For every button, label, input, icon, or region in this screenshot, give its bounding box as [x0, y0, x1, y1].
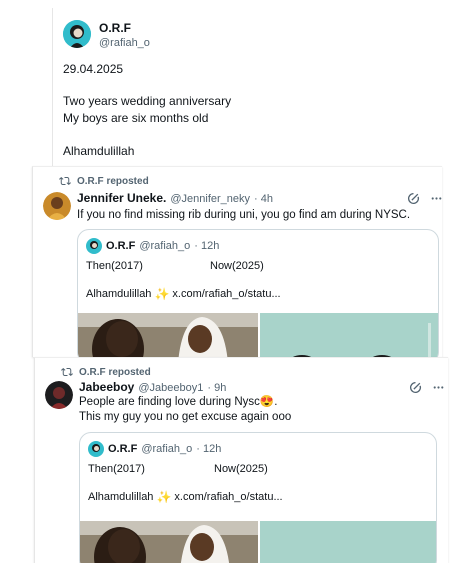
- quoted-alhamdulillah: Alhamdulillah: [88, 491, 154, 503]
- repost-icon: [61, 367, 73, 377]
- quoted-photo-then[interactable]: [78, 313, 258, 363]
- quoted-now-label: Now(2025): [214, 463, 268, 475]
- author-name[interactable]: Jabeeboy: [79, 380, 134, 394]
- quoted-text-line: Alhamdulillah ✨ x.com/rafiah_o/statu...: [86, 287, 281, 301]
- author-name[interactable]: O.R.F: [99, 21, 150, 35]
- sparkle-icon: ✨: [154, 287, 170, 301]
- photo-content: [260, 521, 436, 563]
- quoted-then-label: Then(2017): [86, 260, 143, 272]
- photo-content: [78, 313, 258, 363]
- author-handle[interactable]: @Jennifer_neky: [170, 193, 250, 205]
- grok-icon[interactable]: [407, 192, 420, 205]
- quoted-author-name[interactable]: O.R.F: [106, 240, 135, 252]
- avatar[interactable]: [86, 238, 102, 254]
- post-line: Alhamdulillah: [63, 144, 135, 158]
- avatar-image: [63, 20, 91, 48]
- quoted-link[interactable]: x.com/rafiah_o/statu...: [174, 491, 282, 503]
- author-handle[interactable]: @rafiah_o: [99, 37, 150, 49]
- quoted-photo-then[interactable]: [80, 521, 258, 563]
- quoted-link[interactable]: x.com/rafiah_o/statu...: [172, 288, 280, 300]
- quoted-photo-now[interactable]: [260, 521, 436, 563]
- author-name[interactable]: Jennifer Uneke.: [77, 191, 166, 205]
- heart-eyes-emoji: 😍: [259, 396, 275, 408]
- quoted-post[interactable]: O.R.F @rafiah_o · 12h Then(2017) Now(202…: [79, 432, 437, 563]
- post-text: People are finding love during Nysc😍.: [79, 395, 277, 410]
- avatar[interactable]: [45, 381, 73, 409]
- photo-content: [260, 313, 438, 363]
- avatar[interactable]: [43, 192, 71, 220]
- quoted-now-label: Now(2025): [210, 260, 264, 272]
- post-text-line: People are finding love during Nysc: [79, 396, 260, 408]
- post-text-end: .: [274, 396, 278, 408]
- sparkle-icon: ✨: [156, 490, 172, 504]
- repost-indicator: O.R.F reposted: [61, 366, 151, 378]
- main-post-card: O.R.F @rafiah_o 29.04.2025 Two years wed…: [52, 8, 452, 168]
- quoted-author-handle[interactable]: @rafiah_o: [141, 443, 192, 455]
- quoted-author-name[interactable]: O.R.F: [108, 443, 137, 455]
- post-time[interactable]: · 9h: [207, 382, 226, 394]
- avatar-image: [43, 192, 71, 220]
- repost-indicator: O.R.F reposted: [59, 175, 149, 187]
- author-handle[interactable]: @Jabeeboy1: [138, 382, 203, 394]
- quoted-time[interactable]: · 12h: [194, 240, 219, 252]
- avatar-image: [45, 381, 73, 409]
- quoted-author-handle[interactable]: @rafiah_o: [139, 240, 190, 252]
- post-text-line: This my guy you no get excuse again ooo: [79, 411, 292, 423]
- quoted-photo-now[interactable]: [260, 313, 438, 363]
- grok-icon[interactable]: [409, 381, 422, 394]
- repost-card[interactable]: O.R.F reposted Jabeeboy @Jabeeboy1 · 9h …: [34, 357, 448, 563]
- quoted-time[interactable]: · 12h: [196, 443, 221, 455]
- photo-content: [80, 521, 258, 563]
- post-date: 29.04.2025: [63, 62, 124, 76]
- more-icon[interactable]: [430, 192, 443, 205]
- avatar[interactable]: [63, 20, 91, 48]
- post-text: If you no find missing rib during uni, y…: [77, 209, 411, 221]
- repost-icon: [59, 176, 71, 186]
- quoted-then-label: Then(2017): [88, 463, 145, 475]
- quoted-alhamdulillah: Alhamdulillah: [86, 288, 152, 300]
- avatar[interactable]: [88, 441, 104, 457]
- more-icon[interactable]: [432, 381, 445, 394]
- repost-label[interactable]: O.R.F reposted: [79, 367, 151, 378]
- quoted-text-line: Alhamdulillah ✨ x.com/rafiah_o/statu...: [88, 490, 283, 504]
- repost-card[interactable]: O.R.F reposted Jennifer Uneke. @Jennifer…: [32, 166, 443, 364]
- repost-label[interactable]: O.R.F reposted: [77, 176, 149, 187]
- quoted-post[interactable]: O.R.F @rafiah_o · 12h Then(2017) Now(202…: [77, 229, 439, 364]
- post-line: Two years wedding anniversary: [63, 94, 232, 108]
- post-line: My boys are six months old: [63, 111, 209, 125]
- post-time[interactable]: · 4h: [254, 193, 273, 205]
